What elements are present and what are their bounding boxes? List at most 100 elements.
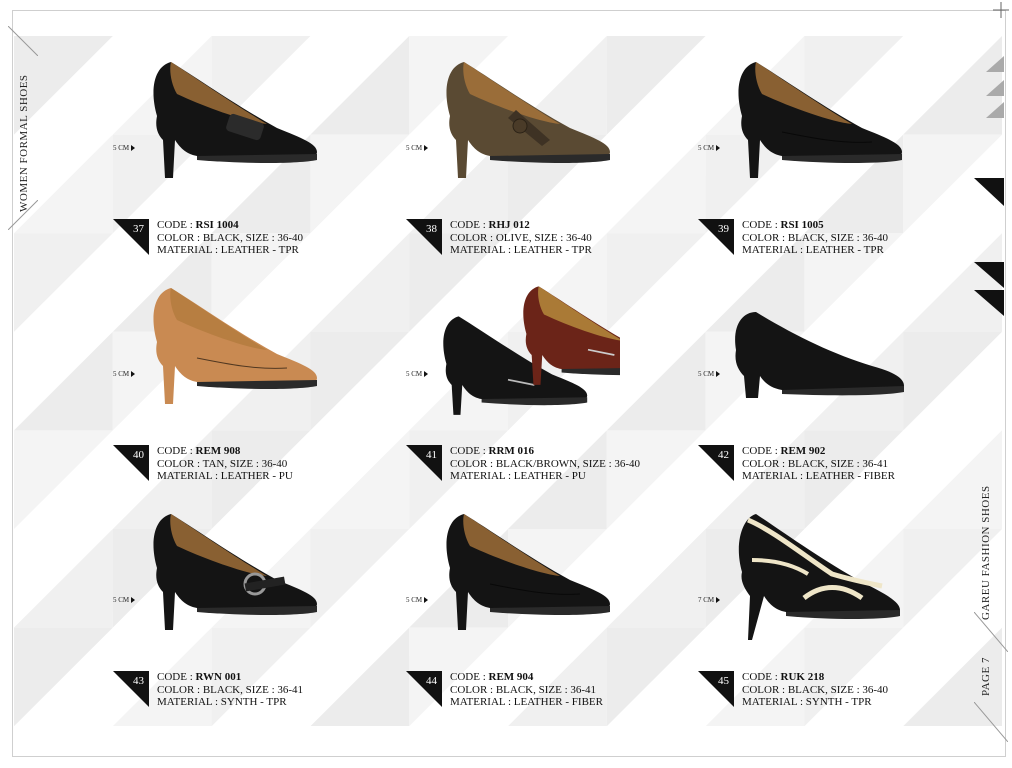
heel-height-value: 5 CM xyxy=(698,144,715,152)
product-code: RWN 001 xyxy=(195,671,242,683)
code-line: CODE : REM 902 xyxy=(742,445,895,458)
heel-height-label: 5 CM xyxy=(698,144,721,152)
code-prefix: CODE : xyxy=(157,219,196,231)
shoe-illustration xyxy=(153,514,317,630)
arrow-right-icon xyxy=(131,145,136,152)
catalog-page: WOMEN FORMAL SHOES GAREU FASHION SHOES P… xyxy=(0,0,1012,768)
heel-height-value: 7 CM xyxy=(698,596,715,604)
product-code: REM 902 xyxy=(780,445,826,457)
product-code: RHJ 012 xyxy=(488,219,530,231)
product-info: CODE : RSI 1004 COLOR : BLACK, SIZE : 36… xyxy=(157,219,303,257)
arrow-right-icon xyxy=(716,371,721,378)
heel-height-value: 5 CM xyxy=(113,370,130,378)
product-card: 5 CM 38 CODE : RHJ 012 COLOR : OLIVE, SI… xyxy=(406,40,696,260)
code-line: CODE : RHJ 012 xyxy=(450,219,592,232)
item-number: 41 xyxy=(426,449,437,461)
heel-height-value: 5 CM xyxy=(113,144,130,152)
code-prefix: CODE : xyxy=(157,445,196,457)
product-code: RUK 218 xyxy=(780,671,825,683)
code-prefix: CODE : xyxy=(742,445,781,457)
frame-line-left xyxy=(12,10,13,756)
color-size-line: COLOR : BLACK, SIZE : 36-41 xyxy=(450,683,597,696)
material-line: MATERIAL : SYNTH - TPR xyxy=(742,696,872,708)
heel-height-value: 5 CM xyxy=(113,596,130,604)
code-line: CODE : RSI 1005 xyxy=(742,219,888,232)
product-card: 7 CM 45 CODE : RUK 218 COLOR : BLACK, SI… xyxy=(698,492,988,712)
shoe-illustration xyxy=(446,514,610,630)
arrow-right-icon xyxy=(131,371,136,378)
material-line: MATERIAL : LEATHER - PU xyxy=(450,470,586,482)
shoe-image: 5 CM xyxy=(406,266,696,441)
arrow-right-icon xyxy=(131,597,136,604)
frame-line-bottom xyxy=(12,756,1006,757)
shoe-image: 5 CM xyxy=(698,266,988,441)
corner-diagonal-top-left xyxy=(8,26,38,56)
shoe-image: 7 CM xyxy=(698,492,988,667)
shoe-image: 5 CM xyxy=(406,492,696,667)
product-code: REM 908 xyxy=(195,445,241,457)
code-prefix: CODE : xyxy=(450,671,489,683)
item-number: 42 xyxy=(718,449,729,461)
product-info: CODE : RUK 218 COLOR : BLACK, SIZE : 36-… xyxy=(742,671,888,709)
color-size-line: COLOR : OLIVE, SIZE : 36-40 xyxy=(450,231,592,244)
heel-height-value: 5 CM xyxy=(406,144,423,152)
item-number: 43 xyxy=(133,675,144,687)
shoe-illustration xyxy=(735,312,904,398)
material-line: MATERIAL : LEATHER - TPR xyxy=(742,244,884,256)
crosshair-mark-icon xyxy=(993,2,1009,18)
code-line: CODE : REM 904 xyxy=(450,671,603,684)
shoe-illustration xyxy=(738,514,900,640)
code-line: CODE : RUK 218 xyxy=(742,671,888,684)
shoe-illustration xyxy=(738,62,902,178)
item-number: 40 xyxy=(133,449,144,461)
section-title: WOMEN FORMAL SHOES xyxy=(18,74,30,212)
product-info: CODE : RHJ 012 COLOR : OLIVE, SIZE : 36-… xyxy=(450,219,592,257)
material-line: MATERIAL : LEATHER - PU xyxy=(157,470,293,482)
material-line: MATERIAL : LEATHER - FIBER xyxy=(742,470,895,482)
product-code: RSI 1005 xyxy=(780,219,824,231)
shoe-image: 5 CM xyxy=(113,40,403,215)
heel-height-label: 5 CM xyxy=(406,370,429,378)
frame-line-top xyxy=(12,10,1006,11)
product-code: REM 904 xyxy=(488,671,534,683)
color-size-line: COLOR : BLACK/BROWN, SIZE : 36-40 xyxy=(450,457,641,470)
heel-height-label: 5 CM xyxy=(406,144,429,152)
item-number: 44 xyxy=(426,675,437,687)
code-line: CODE : RWN 001 xyxy=(157,671,303,684)
item-number: 37 xyxy=(133,223,144,235)
code-prefix: CODE : xyxy=(742,671,781,683)
code-prefix: CODE : xyxy=(450,445,489,457)
shoe-illustration xyxy=(443,286,620,415)
product-code: RRM 016 xyxy=(488,445,535,457)
heel-height-label: 5 CM xyxy=(406,596,429,604)
product-info: CODE : RSI 1005 COLOR : BLACK, SIZE : 36… xyxy=(742,219,888,257)
heel-height-label: 5 CM xyxy=(113,370,136,378)
shoe-image: 5 CM xyxy=(406,40,696,215)
product-info: CODE : REM 904 COLOR : BLACK, SIZE : 36-… xyxy=(450,671,603,709)
arrow-right-icon xyxy=(424,145,429,152)
shoe-image: 5 CM xyxy=(113,266,403,441)
product-card: 5 CM 44 CODE : REM 904 COLOR : BLACK, SI… xyxy=(406,492,696,712)
item-number: 45 xyxy=(718,675,729,687)
material-line: MATERIAL : LEATHER - TPR xyxy=(450,244,592,256)
product-card: 5 CM 41 CODE : RRM 016 COLOR : BLACK/BRO… xyxy=(406,266,696,486)
heel-height-label: 5 CM xyxy=(113,596,136,604)
shoe-illustration xyxy=(153,62,317,178)
code-line: CODE : REM 908 xyxy=(157,445,293,458)
product-info: CODE : RRM 016 COLOR : BLACK/BROWN, SIZE… xyxy=(450,445,640,483)
arrow-right-icon xyxy=(424,597,429,604)
heel-height-label: 5 CM xyxy=(113,144,136,152)
product-card: 5 CM 39 CODE : RSI 1005 COLOR : BLACK, S… xyxy=(698,40,988,260)
shoe-illustration xyxy=(153,288,317,404)
color-size-line: COLOR : BLACK, SIZE : 36-41 xyxy=(157,683,304,696)
product-info: CODE : REM 902 COLOR : BLACK, SIZE : 36-… xyxy=(742,445,895,483)
material-line: MATERIAL : LEATHER - TPR xyxy=(157,244,299,256)
code-prefix: CODE : xyxy=(157,671,196,683)
heel-height-value: 5 CM xyxy=(406,370,423,378)
product-card: 5 CM 42 CODE : REM 902 COLOR : BLACK, SI… xyxy=(698,266,988,486)
product-code: RSI 1004 xyxy=(195,219,239,231)
product-card: 5 CM 37 CODE : RSI 1004 COLOR : BLACK, S… xyxy=(113,40,403,260)
arrow-right-icon xyxy=(424,371,429,378)
arrow-right-icon xyxy=(716,145,721,152)
code-line: CODE : RSI 1004 xyxy=(157,219,303,232)
